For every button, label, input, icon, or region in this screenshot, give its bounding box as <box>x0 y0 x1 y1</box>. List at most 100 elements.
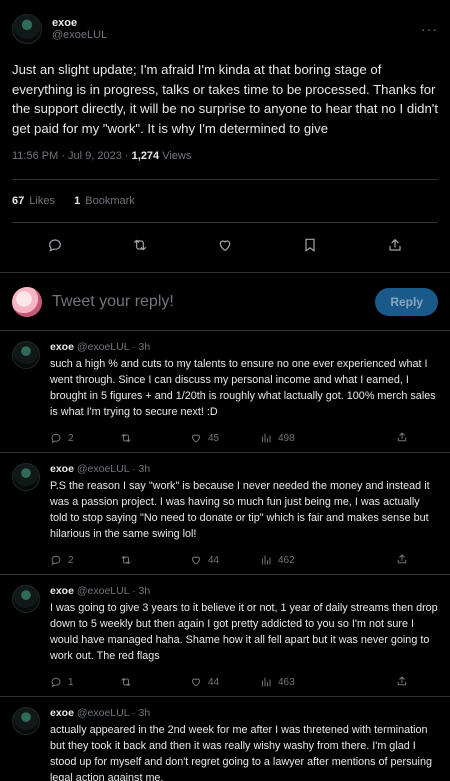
reply-author-name[interactable]: exoe <box>50 341 74 353</box>
share-icon <box>397 554 407 563</box>
retweet-icon[interactable] <box>132 237 148 258</box>
views-label: Views <box>159 150 192 162</box>
reply-count: 2 <box>68 432 74 444</box>
share-button[interactable] <box>396 675 408 690</box>
views-count: 1,274 <box>131 150 160 162</box>
action-bar <box>12 222 438 272</box>
reply-header: exoe @exoeLUL · 3h <box>50 341 438 355</box>
reply-author-name[interactable]: exoe <box>50 707 74 719</box>
bar-chart-icon <box>262 677 271 687</box>
bookmarks-count: 1 <box>74 195 81 207</box>
like-count: 44 <box>208 554 220 566</box>
reply-time[interactable]: · 3h <box>132 463 150 475</box>
like-count: 45 <box>208 432 220 444</box>
reply-actions: 1 44 463 <box>50 674 438 690</box>
reply-text: P.S the reason I say "work" is because I… <box>50 480 430 540</box>
speech-bubble-icon <box>51 555 61 566</box>
user-avatar[interactable] <box>12 286 42 317</box>
share-button[interactable] <box>396 553 408 568</box>
reply-tweet[interactable]: exoe @exoeLUL · 3h actually appeared in … <box>0 696 450 781</box>
share-icon <box>397 432 407 441</box>
retweet-icon <box>121 556 131 564</box>
reply-author-handle[interactable]: @exoeLUL <box>77 707 129 719</box>
likes-stat[interactable]: 67 Likes <box>12 195 55 207</box>
reply-author-name[interactable]: exoe <box>50 585 74 597</box>
author-row: exoe @exoeLUL ··· <box>12 10 438 48</box>
bookmarks-stat[interactable]: 1 Bookmark <box>74 195 135 207</box>
reply-actions: 2 44 462 <box>50 552 438 568</box>
bar-chart-icon <box>262 433 271 443</box>
engagement-stats: 67 Likes 1 Bookmark <box>12 179 438 222</box>
views-count: 462 <box>278 554 295 566</box>
reply-input[interactable]: Tweet your reply! <box>52 293 174 311</box>
views-count: 498 <box>278 432 295 444</box>
tweet-text: Just an slight update; I'm afraid I'm ki… <box>12 62 438 136</box>
retweet-button[interactable] <box>120 432 190 444</box>
reply-tweet[interactable]: exoe @exoeLUL · 3h such a high % and cut… <box>0 330 450 452</box>
reply-tweet[interactable]: exoe @exoeLUL · 3h P.S the reason I say … <box>0 452 450 574</box>
reply-count: 2 <box>68 554 74 566</box>
reply-count-button[interactable]: 2 <box>50 554 120 566</box>
reply-tweet[interactable]: exoe @exoeLUL · 3h I was going to give 3… <box>0 574 450 696</box>
retweet-button[interactable] <box>120 676 190 688</box>
share-button[interactable] <box>396 431 408 446</box>
like-count: 44 <box>208 676 220 688</box>
heart-icon <box>191 556 201 565</box>
reply-text: I was going to give 3 years to it believ… <box>50 602 438 662</box>
reply-body: exoe @exoeLUL · 3h such a high % and cut… <box>50 341 438 446</box>
share-icon[interactable] <box>387 237 403 258</box>
reply-time[interactable]: · 3h <box>132 585 150 597</box>
reply-body: exoe @exoeLUL · 3h I was going to give 3… <box>50 585 438 690</box>
heart-icon <box>191 434 201 443</box>
bookmarks-label: Bookmark <box>82 195 135 207</box>
reply-avatar[interactable] <box>12 707 40 735</box>
like-button[interactable]: 44 <box>190 554 260 566</box>
likes-label: Likes <box>26 195 55 207</box>
views-button[interactable]: 463 <box>260 676 330 688</box>
reply-time[interactable]: · 3h <box>132 707 150 719</box>
views-button[interactable]: 498 <box>260 432 330 444</box>
retweet-icon <box>121 678 131 686</box>
like-button[interactable]: 44 <box>190 676 260 688</box>
reply-composer: Tweet your reply! Reply <box>0 272 450 330</box>
reply-time[interactable]: · 3h <box>132 341 150 353</box>
views-count: 463 <box>278 676 295 688</box>
reply-count-button[interactable]: 1 <box>50 676 120 688</box>
reply-button[interactable]: Reply <box>375 287 438 316</box>
heart-icon <box>191 678 201 687</box>
like-button[interactable]: 45 <box>190 432 260 444</box>
reply-author-handle[interactable]: @exoeLUL <box>77 463 129 475</box>
bar-chart-icon <box>262 555 271 565</box>
more-dots-icon[interactable]: ··· <box>421 21 438 37</box>
reply-text: such a high % and cuts to my talents to … <box>50 358 436 418</box>
author-avatar[interactable] <box>12 14 42 44</box>
speech-bubble-icon <box>51 433 61 444</box>
heart-icon[interactable] <box>217 237 233 258</box>
reply-avatar[interactable] <box>12 463 40 491</box>
reply-avatar[interactable] <box>12 341 40 369</box>
tweet-timestamp[interactable]: 11:56 PM · Jul 9, 2023 · <box>12 150 132 162</box>
reply-icon[interactable] <box>47 237 63 258</box>
reply-author-name[interactable]: exoe <box>50 463 74 475</box>
bookmark-icon[interactable] <box>302 237 318 258</box>
reply-count: 1 <box>68 676 74 688</box>
author-handle[interactable]: @exoeLUL <box>52 29 107 41</box>
reply-list: exoe @exoeLUL · 3h such a high % and cut… <box>0 330 450 781</box>
reply-body: exoe @exoeLUL · 3h P.S the reason I say … <box>50 463 438 568</box>
reply-header: exoe @exoeLUL · 3h <box>50 707 438 721</box>
reply-count-button[interactable]: 2 <box>50 432 120 444</box>
likes-count: 67 <box>12 195 25 207</box>
tweet-meta: 11:56 PM · Jul 9, 2023 · 1,274 Views <box>12 150 438 170</box>
author-name[interactable]: exoe <box>52 17 107 29</box>
author-names: exoe @exoeLUL <box>52 17 107 41</box>
reply-text: actually appeared in the 2nd week for me… <box>50 724 432 781</box>
reply-author-handle[interactable]: @exoeLUL <box>77 585 129 597</box>
share-icon <box>397 676 407 685</box>
reply-header: exoe @exoeLUL · 3h <box>50 463 438 477</box>
main-tweet: exoe @exoeLUL ··· Just an slight update;… <box>0 0 450 272</box>
retweet-button[interactable] <box>120 554 190 566</box>
views-button[interactable]: 462 <box>260 554 330 566</box>
reply-author-handle[interactable]: @exoeLUL <box>77 341 129 353</box>
reply-actions: 2 45 498 <box>50 430 438 446</box>
reply-avatar[interactable] <box>12 585 40 613</box>
